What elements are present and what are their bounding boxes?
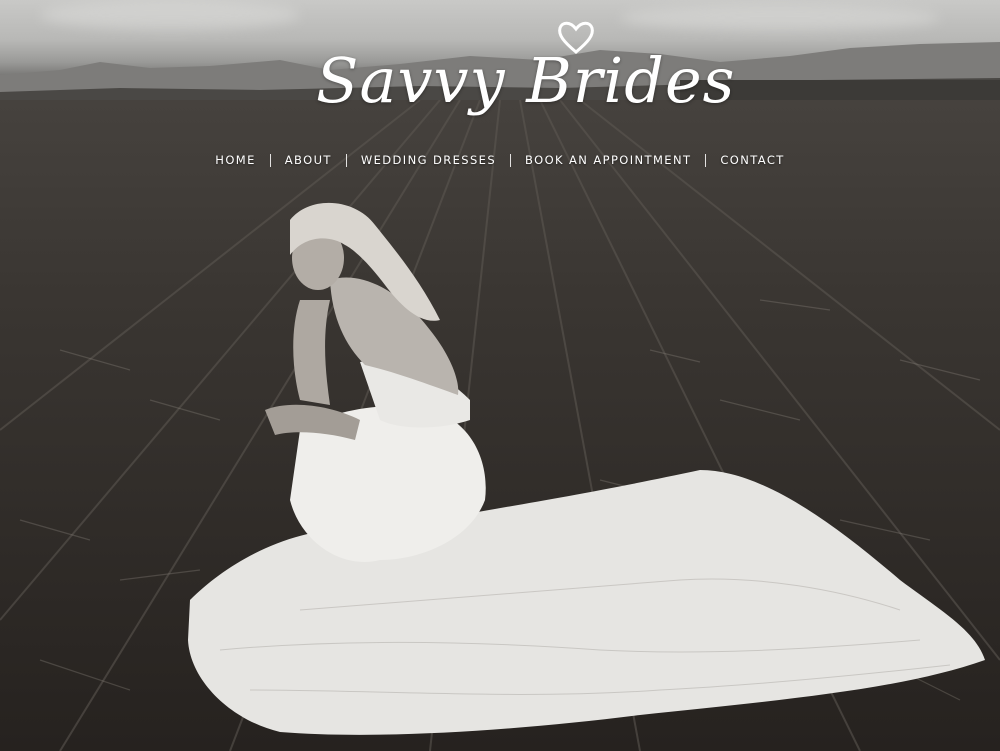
nav-divider: [705, 153, 707, 167]
nav-item-home[interactable]: HOME: [207, 153, 264, 167]
nav-item-contact[interactable]: CONTACT: [712, 153, 792, 167]
main-nav: HOME ABOUT WEDDING DRESSES BOOK AN APPOI…: [0, 150, 1000, 170]
nav-divider: [510, 153, 512, 167]
nav-divider: [269, 153, 271, 167]
logo-text: Savvy Brides: [316, 44, 736, 117]
hero-section: Savvy Brides HOME ABOUT WEDDING DRESSES …: [0, 0, 1000, 751]
nav-item-about[interactable]: ABOUT: [277, 153, 340, 167]
nav-item-book-appointment[interactable]: BOOK AN APPOINTMENT: [517, 153, 699, 167]
site-logo[interactable]: Savvy Brides: [308, 20, 734, 130]
nav-divider: [345, 153, 347, 167]
nav-item-wedding-dresses[interactable]: WEDDING DRESSES: [353, 153, 504, 167]
